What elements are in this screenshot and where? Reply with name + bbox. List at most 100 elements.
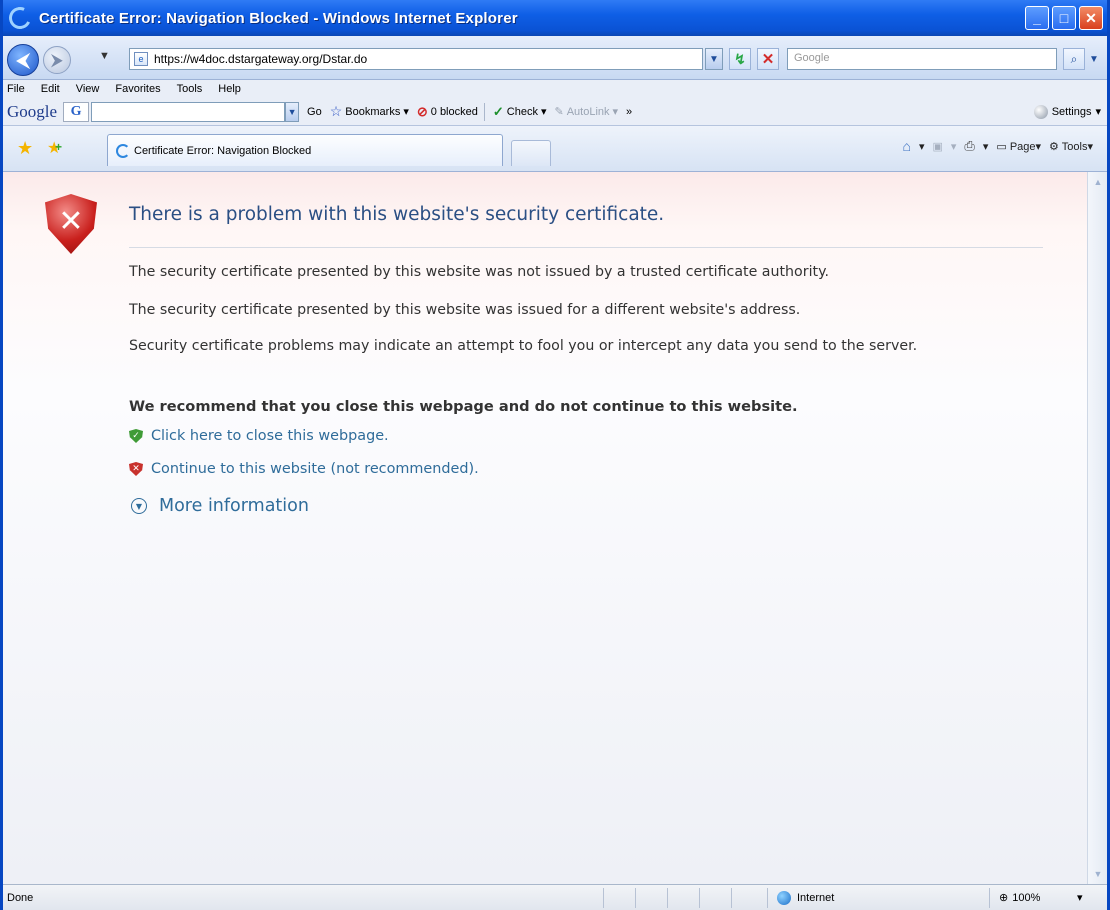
status-pane <box>767 888 768 908</box>
tools-icon: ⚙ <box>1049 140 1059 153</box>
close-button[interactable]: ✕ <box>1079 6 1103 30</box>
zoom-level-button[interactable]: ⊕ 100% <box>999 891 1041 905</box>
refresh-icon: ↯ <box>734 50 746 67</box>
more-information-label: More information <box>159 496 309 516</box>
refresh-button[interactable]: ↯ <box>729 48 751 70</box>
google-logo: Google <box>7 101 58 121</box>
forward-button[interactable]: ⮞ <box>43 46 71 74</box>
search-icon: ⌕ <box>1070 51 1078 66</box>
status-pane <box>635 888 636 908</box>
google-search-input[interactable] <box>91 101 286 122</box>
home-icon[interactable]: ⌂ <box>902 138 910 154</box>
scroll-down-arrow[interactable]: ▼ <box>1090 866 1106 882</box>
error-shield-icon: ✕ <box>45 194 97 254</box>
browser-window: Certificate Error: Navigation Blocked - … <box>0 0 1110 910</box>
tab-row: ★ ★ Certificate Error: Navigation Blocke… <box>3 126 1107 172</box>
tab-label: Certificate Error: Navigation Blocked <box>134 144 312 157</box>
title-bar: Certificate Error: Navigation Blocked - … <box>3 0 1107 36</box>
browser-chrome: ⮜ ⮞ ▼ e https://w4doc.dstargateway.org/D… <box>3 36 1107 172</box>
search-options-dropdown[interactable]: ▼ <box>1087 48 1101 70</box>
menu-edit[interactable]: Edit <box>41 83 60 95</box>
google-search-dropdown[interactable]: ▼ <box>285 101 300 122</box>
autolink-icon: ✎ <box>554 106 564 118</box>
zoom-label: 100% <box>1012 891 1041 904</box>
security-zone[interactable]: Internet <box>777 891 834 905</box>
status-pane <box>699 888 700 908</box>
page-menu-button[interactable]: ▭ Page▾ <box>996 140 1041 153</box>
status-text: Done <box>7 892 34 904</box>
page-icon: e <box>134 52 148 66</box>
stop-icon: ✕ <box>761 51 775 68</box>
google-toolbar: Google G ▼ Go ☆ Bookmarks ▾ ⊘ 0 blocked ✓… <box>3 98 1107 126</box>
bookmark-star-icon: ☆ <box>329 103 343 119</box>
google-menu-button[interactable]: G <box>63 101 90 122</box>
address-dropdown[interactable]: ▼ <box>705 48 723 70</box>
maximize-button[interactable]: □ <box>1052 6 1076 30</box>
close-webpage-label: Click here to close this webpage. <box>151 428 389 444</box>
google-go-button[interactable]: Go <box>307 106 322 118</box>
bookmarks-button[interactable]: ☆ Bookmarks ▾ <box>330 103 409 120</box>
tools-menu-button[interactable]: ⚙ Tools▾ <box>1049 140 1093 153</box>
search-input[interactable]: Google <box>787 48 1057 70</box>
continue-link[interactable]: ✕ Continue to this website (not recommen… <box>129 461 479 477</box>
caption-buttons: _ □ ✕ <box>1025 6 1103 30</box>
menu-bar: File Edit View Favorites Tools Help <box>3 80 1107 98</box>
untrusted-authority-text: The security certificate presented by th… <box>129 264 829 280</box>
page-icon: ▭ <box>996 140 1007 153</box>
settings-button[interactable]: Settings ▾ <box>1033 104 1101 119</box>
recent-pages-dropdown[interactable]: ▼ <box>99 50 110 62</box>
menu-help[interactable]: Help <box>218 83 241 95</box>
feeds-icon[interactable]: ▣ <box>932 140 942 153</box>
autolink-button[interactable]: ✎ AutoLink ▾ <box>554 105 618 119</box>
tab-page-icon <box>116 143 130 158</box>
more-buttons[interactable]: » <box>626 106 632 118</box>
settings-icon <box>1033 104 1048 119</box>
menu-file[interactable]: File <box>7 83 25 95</box>
menu-tools[interactable]: Tools <box>177 83 203 95</box>
zoom-icon: ⊕ <box>999 892 1009 904</box>
add-favorite-icon[interactable]: ★ <box>47 138 62 158</box>
check-label: Check <box>506 105 538 118</box>
error-title: There is a problem with this website's s… <box>129 204 665 225</box>
divider <box>129 247 1043 248</box>
autolink-label: AutoLink <box>566 105 610 118</box>
bookmarks-label: Bookmarks <box>345 105 401 118</box>
spell-check-icon: ✓ <box>492 103 504 119</box>
print-icon[interactable]: ⎙ <box>964 138 974 154</box>
scroll-up-arrow[interactable]: ▲ <box>1090 174 1106 190</box>
address-mismatch-text: The security certificate presented by th… <box>129 302 801 318</box>
status-pane <box>603 888 604 908</box>
close-webpage-link[interactable]: ✓ Click here to close this webpage. <box>129 428 389 444</box>
new-tab-button[interactable] <box>511 140 551 166</box>
settings-label: Settings <box>1051 105 1092 118</box>
favorites-star-icon[interactable]: ★ <box>17 138 33 159</box>
window-title: Certificate Error: Navigation Blocked - … <box>39 9 518 27</box>
stop-button[interactable]: ✕ <box>757 48 779 70</box>
zoom-dropdown[interactable]: ▾ <box>1077 891 1083 904</box>
recommendation-text: We recommend that you close this webpage… <box>129 398 798 415</box>
back-button[interactable]: ⮜ <box>7 44 39 76</box>
address-url: https://w4doc.dstargateway.org/Dstar.do <box>154 52 368 66</box>
vertical-scrollbar[interactable]: ▲ ▼ <box>1087 172 1107 884</box>
search-button[interactable]: ⌕ <box>1063 48 1085 70</box>
globe-icon <box>777 891 791 905</box>
address-bar[interactable]: e https://w4doc.dstargateway.org/Dstar.d… <box>129 48 703 70</box>
red-shield-icon: ✕ <box>129 462 143 476</box>
page-content: ✕ There is a problem with this website's… <box>3 172 1087 884</box>
command-bar: ⌂ ▾ ▣ ▾ ⎙ ▾ ▭ Page▾ ⚙ Tools▾ <box>902 138 1093 154</box>
menu-view[interactable]: View <box>76 83 100 95</box>
status-bar: Done Internet ⊕ 100% ▾ <box>3 884 1107 910</box>
status-pane <box>731 888 732 908</box>
address-row: ⮜ ⮞ ▼ e https://w4doc.dstargateway.org/D… <box>3 36 1107 80</box>
page-label: Page <box>1009 140 1036 153</box>
menu-favorites[interactable]: Favorites <box>115 83 160 95</box>
spell-check-button[interactable]: ✓ Check ▾ <box>493 104 547 120</box>
tools-label: Tools <box>1061 140 1088 153</box>
tab-certificate-error[interactable]: Certificate Error: Navigation Blocked <box>107 134 503 166</box>
forward-icon: ⮞ <box>51 51 63 69</box>
toolbar-separator <box>483 102 485 121</box>
minimize-button[interactable]: _ <box>1025 6 1049 30</box>
go-label: Go <box>307 105 322 118</box>
popup-blocker-button[interactable]: ⊘ 0 blocked <box>417 104 478 120</box>
more-information-toggle[interactable]: ▼ More information <box>131 496 309 516</box>
